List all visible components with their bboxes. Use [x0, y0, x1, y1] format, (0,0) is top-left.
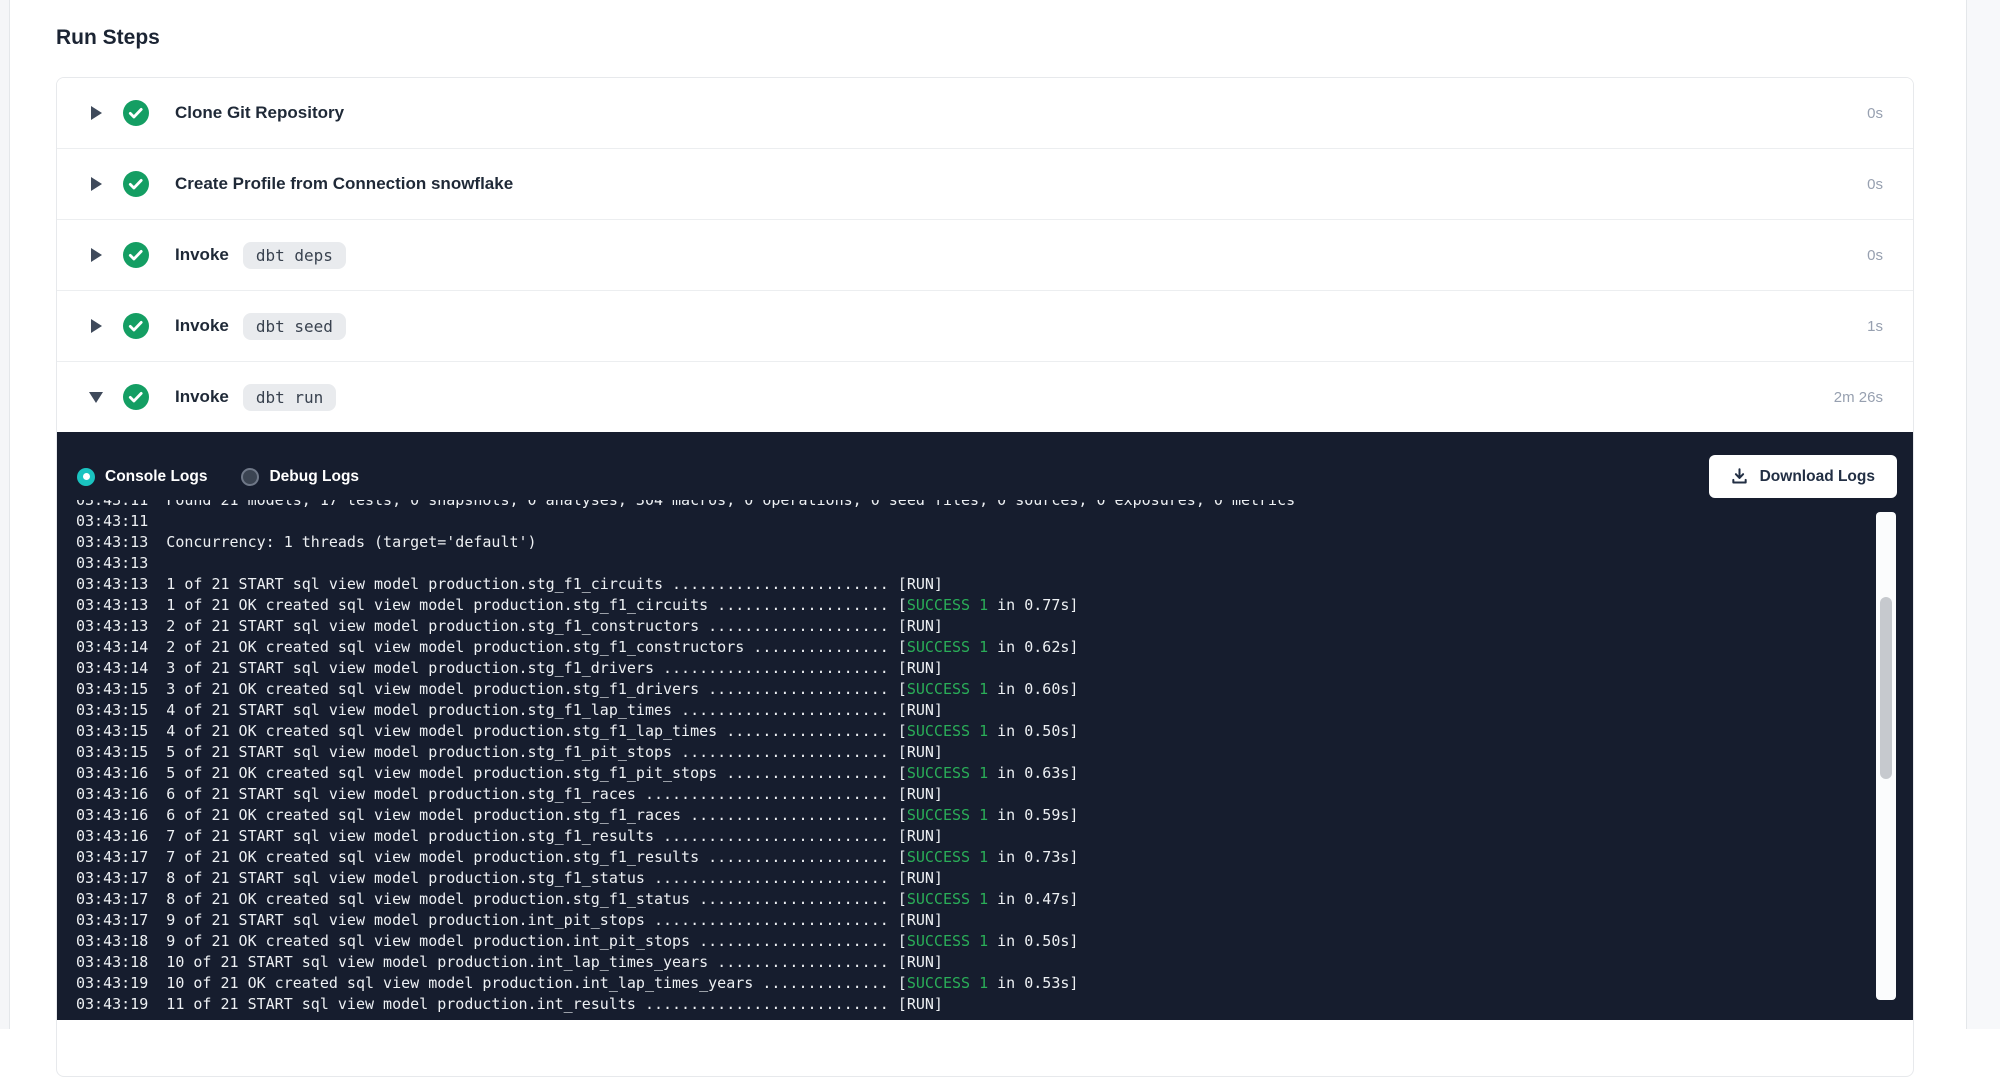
log-success-token: SUCCESS 1 — [907, 890, 988, 908]
step-row[interactable]: Invoke dbt deps 0s — [57, 219, 1913, 290]
log-line: 03:43:17 8 of 21 OK created sql view mod… — [76, 889, 1863, 910]
log-line: 03:43:11 Found 21 models, 17 tests, 0 sn… — [76, 500, 1863, 511]
expand-caret-icon[interactable] — [87, 106, 105, 120]
log-line: 03:43:18 9 of 21 OK created sql view mod… — [76, 931, 1863, 952]
step-duration: 0s — [1867, 247, 1883, 264]
log-line: 03:43:13 — [76, 553, 1863, 574]
download-logs-button[interactable]: Download Logs — [1709, 455, 1897, 498]
log-line: 03:43:15 5 of 21 START sql view model pr… — [76, 742, 1863, 763]
step-label: Invoke — [175, 316, 229, 336]
expand-caret-icon[interactable] — [87, 319, 105, 333]
page-title: Run Steps — [56, 26, 160, 50]
log-success-token: SUCCESS 1 — [907, 764, 988, 782]
radio-label: Console Logs — [105, 468, 207, 486]
log-success-token: SUCCESS 1 — [907, 806, 988, 824]
log-line: 03:43:13 2 of 21 START sql view model pr… — [76, 616, 1863, 637]
log-line: 03:43:16 6 of 21 START sql view model pr… — [76, 784, 1863, 805]
radio-label: Debug Logs — [269, 468, 359, 486]
log-line: 03:43:16 5 of 21 OK created sql view mod… — [76, 763, 1863, 784]
step-row[interactable]: Invoke dbt run 2m 26s — [57, 361, 1913, 432]
log-line: 03:43:14 2 of 21 OK created sql view mod… — [76, 637, 1863, 658]
step-command-chip: dbt run — [243, 384, 336, 411]
status-success-icon — [123, 171, 149, 197]
log-line: 03:43:16 7 of 21 START sql view model pr… — [76, 826, 1863, 847]
step-label: Create Profile from Connection snowflake — [175, 174, 513, 194]
log-success-token: SUCCESS 1 — [907, 722, 988, 740]
run-steps-card: Clone Git Repository 0s Create Profile f… — [56, 77, 1914, 1077]
step-duration: 0s — [1867, 176, 1883, 193]
page-left-gutter — [0, 0, 10, 1029]
log-line: 03:43:13 1 of 21 OK created sql view mod… — [76, 595, 1863, 616]
step-command-chip: dbt seed — [243, 313, 346, 340]
status-success-icon — [123, 313, 149, 339]
log-line: 03:43:15 4 of 21 START sql view model pr… — [76, 700, 1863, 721]
log-line: 03:43:17 7 of 21 OK created sql view mod… — [76, 847, 1863, 868]
log-line: 03:43:19 11 of 21 START sql view model p… — [76, 994, 1863, 1015]
scrollbar-thumb[interactable] — [1880, 597, 1892, 779]
log-success-token: SUCCESS 1 — [907, 848, 988, 866]
status-success-icon — [123, 100, 149, 126]
log-line: 03:43:16 6 of 21 OK created sql view mod… — [76, 805, 1863, 826]
scrollbar-track[interactable] — [1876, 512, 1896, 1000]
log-line: 03:43:17 9 of 21 START sql view model pr… — [76, 910, 1863, 931]
console-header: Console Logs Debug Logs Download Logs — [57, 432, 1913, 498]
tab-debug-logs[interactable]: Debug Logs — [241, 468, 359, 486]
radio-icon — [77, 468, 95, 486]
step-row[interactable]: Create Profile from Connection snowflake… — [57, 148, 1913, 219]
step-duration: 0s — [1867, 105, 1883, 122]
tab-console-logs[interactable]: Console Logs — [77, 468, 207, 486]
step-label: Invoke — [175, 387, 229, 407]
download-logs-label: Download Logs — [1760, 468, 1875, 486]
log-tabs: Console Logs Debug Logs — [77, 468, 393, 486]
log-line: 03:43:11 — [76, 511, 1863, 532]
page-right-gutter — [1966, 0, 2000, 1029]
console-panel: Console Logs Debug Logs Download Logs 03… — [57, 432, 1913, 1020]
log-line: 03:43:15 3 of 21 OK created sql view mod… — [76, 679, 1863, 700]
step-label: Invoke — [175, 245, 229, 265]
step-duration: 1s — [1867, 318, 1883, 335]
step-command-chip: dbt deps — [243, 242, 346, 269]
log-line: 03:43:13 1 of 21 START sql view model pr… — [76, 574, 1863, 595]
log-line: 03:43:15 4 of 21 OK created sql view mod… — [76, 721, 1863, 742]
step-label: Clone Git Repository — [175, 103, 344, 123]
log-success-token: SUCCESS 1 — [907, 680, 988, 698]
log-line: 03:43:18 10 of 21 START sql view model p… — [76, 952, 1863, 973]
steps-list: Clone Git Repository 0s Create Profile f… — [57, 78, 1913, 432]
log-line: 03:43:14 3 of 21 START sql view model pr… — [76, 658, 1863, 679]
expand-caret-icon[interactable] — [87, 392, 105, 403]
log-success-token: SUCCESS 1 — [907, 974, 988, 992]
log-line: 03:43:19 10 of 21 OK created sql view mo… — [76, 973, 1863, 994]
log-success-token: SUCCESS 1 — [907, 932, 988, 950]
log-line: 03:43:13 Concurrency: 1 threads (target=… — [76, 532, 1863, 553]
download-icon — [1731, 468, 1748, 485]
status-success-icon — [123, 384, 149, 410]
step-duration: 2m 26s — [1834, 389, 1883, 406]
log-viewport[interactable]: 03:43:11 Found 21 models, 17 tests, 0 sn… — [76, 500, 1863, 1020]
expand-caret-icon[interactable] — [87, 177, 105, 191]
log-success-token: SUCCESS 1 — [907, 638, 988, 656]
step-row[interactable]: Invoke dbt seed 1s — [57, 290, 1913, 361]
log-line: 03:43:17 8 of 21 START sql view model pr… — [76, 868, 1863, 889]
log-success-token: SUCCESS 1 — [907, 596, 988, 614]
status-success-icon — [123, 242, 149, 268]
radio-icon — [241, 468, 259, 486]
expand-caret-icon[interactable] — [87, 248, 105, 262]
step-row[interactable]: Clone Git Repository 0s — [57, 78, 1913, 148]
